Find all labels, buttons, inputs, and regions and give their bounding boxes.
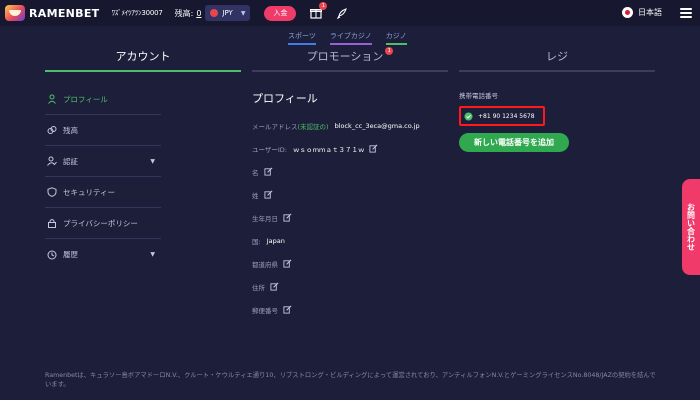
shield-icon [47,187,57,197]
hamburger-menu-icon[interactable] [680,8,692,18]
tab-register[interactable]: レジ [459,42,655,72]
history-icon [47,250,57,259]
edit-icon[interactable] [263,190,273,199]
userid-value: ｗｓｏｍｍａｔ３７１ｗ [292,145,365,154]
phone-label: 携帯電話番号 [459,92,498,100]
first-name-label: 名 [252,168,259,177]
country-label: 国: [252,237,261,246]
coin-icon [210,9,219,17]
sidebar-item-label: プロフィール [63,94,108,104]
tab-promotion[interactable]: プロモーション 1 [252,42,448,72]
userid-row: ユーザーID: ｗｓｏｍｍａｔ３７１ｗ [252,137,452,160]
check-circle-icon [464,111,473,121]
logo[interactable]: RAMENBET [5,5,99,21]
prefecture-label: 都道府県 [252,260,278,269]
last-name-row: 姓 [252,183,452,206]
sidebar-item-label: プライバシーポリシー [63,218,138,228]
balance-label: 残高: [174,8,194,18]
phone-section: 携帯電話番号 +81 90 1234 5678 新しい電話番号を追加 [459,90,569,152]
email-status: (未認証の) [297,122,329,131]
sidebar-item-verification[interactable]: 認証 ▼ [45,146,161,177]
language-selector[interactable]: 日本語 [622,7,662,18]
sidebar-item-balance[interactable]: 残高 [45,115,161,146]
profile-title: プロフィール [252,92,318,105]
sidebar-item-label: セキュリティー [63,187,116,197]
address-label: 住所 [252,283,265,292]
coins-icon [47,126,57,134]
sidebar-item-label: 残高 [63,125,78,135]
language-label: 日本語 [638,8,662,17]
birthdate-row: 生年月日 [252,206,452,229]
last-name-label: 姓 [252,191,259,200]
ramen-logo-icon [5,5,25,21]
sidebar: プロフィール 残高 認証 ▼ セキュリティー プライバシーポリシー 履歴 ▼ [45,84,161,270]
user-id: ﾜｽﾞﾒｲﾂｱﾂﾝ30007 [111,9,163,17]
logo-text: RAMENBET [29,6,100,20]
phone-number-box: +81 90 1234 5678 [459,106,545,126]
postal-code-label: 郵便番号 [252,306,278,315]
top-bar: RAMENBET ﾜｽﾞﾒｲﾂｱﾂﾝ30007 残高: 0 JPY ▼ 入金 1… [0,0,700,26]
tab-register-label: レジ [546,50,568,63]
birthdate-label: 生年月日 [252,214,278,223]
sidebar-item-security[interactable]: セキュリティー [45,177,161,208]
currency-select[interactable]: JPY ▼ [205,5,251,21]
balance-value[interactable]: 0 [196,9,201,18]
edit-icon[interactable] [270,282,279,291]
contact-us-tab[interactable]: お問い合わせ [682,179,700,275]
deposit-button[interactable]: 入金 [264,5,297,21]
profile-section: プロフィール メールアドレス (未認証の) block_cc_3eca@gma.… [252,90,452,321]
gift-badge: 1 [319,2,328,10]
user-icon [48,94,56,104]
country-value: Japan [266,236,285,245]
email-label: メールアドレス [252,122,298,131]
currency-label: JPY [222,9,233,17]
sidebar-item-label: 履歴 [63,250,78,259]
postal-code-row: 郵便番号 [252,298,452,321]
edit-icon[interactable] [283,213,292,222]
edit-icon[interactable] [283,305,292,314]
edit-icon[interactable] [283,259,292,268]
chevron-down-icon: ▼ [150,157,155,165]
user-check-icon [47,156,57,166]
chevron-down-icon: ▼ [240,9,246,17]
first-name-row: 名 [252,160,452,183]
country-row: 国: Japan [252,229,452,252]
chevron-down-icon: ▼ [150,251,155,258]
tab-account[interactable]: アカウント [45,42,241,72]
gift-icon[interactable]: 1 [310,2,328,19]
phone-value: +81 90 1234 5678 [478,112,535,120]
add-phone-button[interactable]: 新しい電話番号を追加 [459,133,569,152]
prefecture-row: 都道府県 [252,252,452,275]
address-row: 住所 [252,275,452,298]
edit-icon[interactable] [369,144,378,153]
promotion-badge: 1 [385,47,394,55]
sidebar-item-profile[interactable]: プロフィール [45,84,161,115]
rocket-icon[interactable] [336,7,348,20]
email-row: メールアドレス (未認証の) block_cc_3eca@gma.co.jp [252,114,452,137]
sidebar-item-history[interactable]: 履歴 ▼ [45,239,161,270]
tab-account-label: アカウント [115,50,171,63]
japan-flag-icon [622,7,633,18]
email-value: block_cc_3eca@gma.co.jp [334,121,420,130]
lock-icon [48,219,56,228]
userid-label: ユーザーID: [252,145,287,154]
sidebar-item-privacy[interactable]: プライバシーポリシー [45,208,161,239]
footer-license-text: Ramenbetは、キュラソー島ボアマドーロN.V.、クルート・ケウルティエ通り… [45,372,656,388]
sidebar-item-label: 認証 [63,156,78,166]
edit-icon[interactable] [263,167,273,176]
tab-promotion-label: プロモーション [306,50,384,63]
